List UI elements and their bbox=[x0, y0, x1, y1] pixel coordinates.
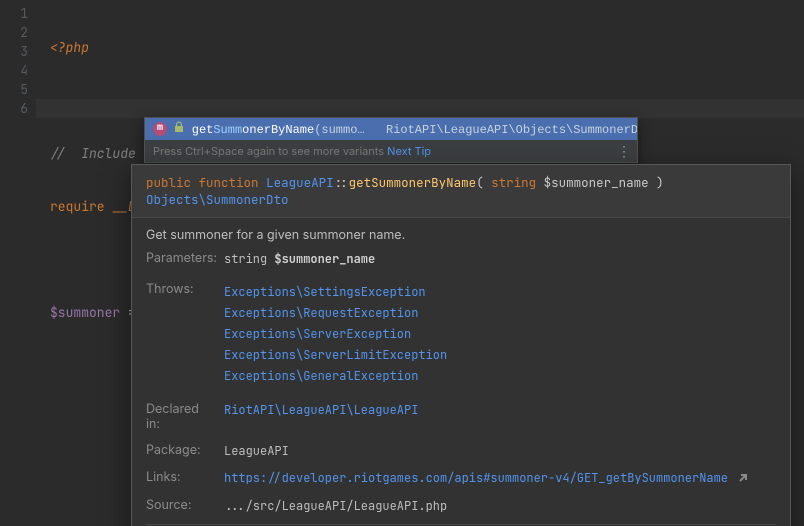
doc-description: Get summoner for a given summoner name. bbox=[146, 228, 776, 243]
label-source: Source: bbox=[146, 492, 216, 514]
throws-link[interactable]: Exceptions\GeneralException bbox=[224, 368, 418, 384]
more-options-icon[interactable]: ⋮ bbox=[617, 142, 631, 162]
line-number: 2 bbox=[0, 23, 40, 42]
line-number: 5 bbox=[0, 80, 40, 99]
autocomplete-hint: Press Ctrl+Space again to see more varia… bbox=[145, 140, 637, 162]
throws-link[interactable]: Exceptions\ServerException bbox=[224, 326, 411, 342]
var-summoner: $summoner bbox=[50, 304, 120, 321]
hint-text: Press Ctrl+Space again to see more varia… bbox=[153, 144, 387, 158]
api-docs-link[interactable]: https://developer.riotgames.com/apis#sum… bbox=[224, 470, 728, 486]
value-throws: Exceptions\SettingsException Exceptions\… bbox=[224, 272, 776, 387]
declared-in-link[interactable]: RiotAPI\LeagueAPI\LeagueAPI bbox=[224, 402, 418, 418]
throws-link[interactable]: Exceptions\RequestException bbox=[224, 305, 418, 321]
lock-icon bbox=[174, 118, 184, 140]
label-throws: Throws: bbox=[146, 272, 216, 387]
suggestion-name: getSummonerByName bbox=[192, 123, 314, 137]
line-number: 1 bbox=[0, 4, 40, 23]
line-number: 6 bbox=[0, 99, 40, 118]
divider bbox=[146, 524, 776, 525]
value-declared: RiotAPI\LeagueAPI\LeagueAPI bbox=[224, 392, 776, 432]
label-declared: Declared in: bbox=[146, 392, 216, 432]
throws-link[interactable]: Exceptions\SettingsException bbox=[224, 284, 426, 300]
label-links: Links: bbox=[146, 464, 216, 487]
class-link[interactable]: LeagueAPI bbox=[266, 174, 334, 191]
doc-body: Get summoner for a given summoner name. … bbox=[132, 218, 790, 526]
line-number: 3 bbox=[0, 42, 40, 61]
code-editor[interactable]: 1 2 3 4 5 6 <?php // Include init file r… bbox=[0, 0, 804, 526]
suggestion-return-type: RiotAPI\LeagueAPI\Objects\SummonerDto bbox=[368, 123, 637, 137]
autocomplete-item[interactable]: m getSummonerByName(summo… RiotAPI\Leagu… bbox=[145, 118, 637, 140]
value-parameters: string $summoner_name bbox=[224, 251, 776, 267]
label-parameters: Parameters: bbox=[146, 251, 216, 267]
suggestion-params: (summo… bbox=[314, 123, 364, 137]
line-number: 4 bbox=[0, 61, 40, 80]
method-icon: m bbox=[153, 122, 167, 136]
line-gutter: 1 2 3 4 5 6 bbox=[0, 0, 40, 118]
value-links: https://developer.riotgames.com/apis#sum… bbox=[224, 464, 776, 487]
value-package: LeagueAPI bbox=[224, 437, 776, 459]
documentation-popup[interactable]: public function LeagueAPI::getSummonerBy… bbox=[131, 164, 791, 526]
external-link-icon bbox=[738, 471, 748, 487]
php-open-tag: <?php bbox=[50, 39, 89, 56]
throws-link[interactable]: Exceptions\ServerLimitException bbox=[224, 347, 447, 363]
doc-signature: public function LeagueAPI::getSummonerBy… bbox=[132, 165, 790, 218]
value-source: .../src/LeagueAPI/LeagueAPI.php bbox=[224, 492, 776, 514]
next-tip-link[interactable]: Next Tip bbox=[387, 144, 431, 158]
keyword-require: require bbox=[50, 198, 105, 215]
label-package: Package: bbox=[146, 437, 216, 459]
return-type-link[interactable]: Objects\SummonerDto bbox=[146, 191, 289, 208]
autocomplete-popup[interactable]: m getSummonerByName(summo… RiotAPI\Leagu… bbox=[144, 117, 638, 163]
